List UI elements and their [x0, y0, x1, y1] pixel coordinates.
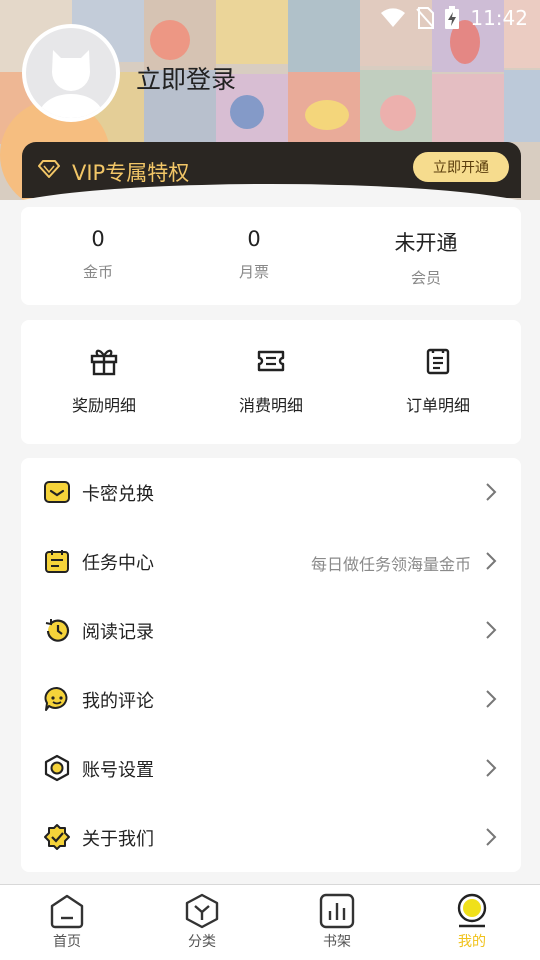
chevron-right-icon: [486, 828, 497, 846]
menu-item-label: 卡密兑换: [82, 484, 154, 505]
settings-hex-icon: [44, 754, 70, 782]
profile-icon: [457, 893, 487, 928]
chevron-right-icon: [486, 690, 497, 708]
battery-charging-icon: [445, 6, 460, 29]
tab-label: 我的: [458, 934, 486, 950]
stat-coins[interactable]: 0 金币: [57, 227, 139, 282]
chevron-right-icon: [486, 621, 497, 639]
home-icon: [50, 894, 84, 929]
stat-label: 月票: [238, 263, 269, 281]
order-list-icon: [426, 348, 450, 375]
order-details-button[interactable]: 订单明细: [378, 346, 498, 416]
status-bar: 11:42: [380, 4, 528, 32]
record-label: 奖励明细: [71, 396, 136, 415]
tab-mine[interactable]: 我的: [427, 893, 517, 951]
menu-item-task-center[interactable]: 任务中心 每日做任务领海量金币: [21, 527, 521, 596]
tab-label: 书架: [323, 934, 351, 950]
stat-membership[interactable]: 未开通 会员: [376, 227, 476, 288]
stat-value: 未开通: [394, 231, 458, 255]
menu-item-about-us[interactable]: 关于我们: [21, 803, 521, 872]
menu-item-reading-history[interactable]: 阅读记录: [21, 596, 521, 665]
bottom-nav: 首页 分类 书架 我的: [0, 884, 540, 960]
card-key-icon: [44, 481, 70, 503]
status-time: 11:42: [470, 6, 528, 30]
chevron-right-icon: [486, 552, 497, 570]
menu-item-label: 任务中心: [82, 553, 154, 574]
menu-item-label: 关于我们: [82, 829, 154, 850]
tab-bookshelf[interactable]: 书架: [292, 893, 382, 951]
vip-open-button[interactable]: 立即开通: [413, 152, 509, 182]
chevron-right-icon: [486, 483, 497, 501]
history-clock-icon: [45, 619, 70, 642]
tab-label: 首页: [53, 934, 81, 950]
calendar-task-icon: [45, 550, 69, 573]
diamond-icon: [38, 160, 60, 178]
stat-label: 会员: [410, 269, 441, 287]
menu-item-card-redeem[interactable]: 卡密兑换: [21, 458, 521, 527]
wifi-icon: [381, 8, 406, 27]
stat-monthly-ticket[interactable]: 0 月票: [213, 227, 295, 282]
consumption-details-button[interactable]: 消费明细: [211, 346, 331, 416]
stat-value: 0: [91, 227, 105, 251]
badge-check-icon: [44, 824, 70, 850]
avatar[interactable]: [22, 24, 120, 122]
record-label: 订单明细: [405, 396, 470, 415]
menu-item-my-comments[interactable]: 我的评论: [21, 665, 521, 734]
chevron-right-icon: [486, 759, 497, 777]
menu-item-label: 阅读记录: [82, 622, 154, 643]
ticket-icon: [257, 350, 285, 372]
bookshelf-icon: [319, 893, 355, 929]
menu-item-hint: 每日做任务领海量金币: [310, 555, 471, 574]
gift-icon: [90, 349, 118, 376]
comment-icon: [44, 686, 68, 711]
reward-details-button[interactable]: 奖励明细: [44, 346, 164, 416]
records-card: 奖励明细 消费明细 订单明细: [21, 320, 521, 444]
menu-item-label: 账号设置: [82, 760, 154, 781]
no-sim-icon: [416, 7, 435, 29]
menu-item-account-settings[interactable]: 账号设置: [21, 734, 521, 803]
stat-label: 金币: [82, 263, 113, 281]
menu-card: 卡密兑换 任务中心 每日做任务领海量金币 阅读记录 我的评论 账号设置 关于我们: [21, 458, 521, 872]
stats-card: 0 金币 0 月票 未开通 会员: [21, 207, 521, 305]
default-avatar-icon: [39, 50, 103, 118]
stat-value: 0: [247, 227, 261, 251]
category-cube-icon: [185, 893, 219, 929]
record-label: 消费明细: [238, 396, 303, 415]
tab-home[interactable]: 首页: [22, 893, 112, 951]
tab-label: 分类: [188, 934, 216, 950]
tab-category[interactable]: 分类: [157, 893, 247, 951]
vip-label: VIP专属特权: [72, 161, 190, 185]
login-link[interactable]: 立即登录: [136, 60, 236, 96]
menu-item-label: 我的评论: [82, 691, 154, 712]
